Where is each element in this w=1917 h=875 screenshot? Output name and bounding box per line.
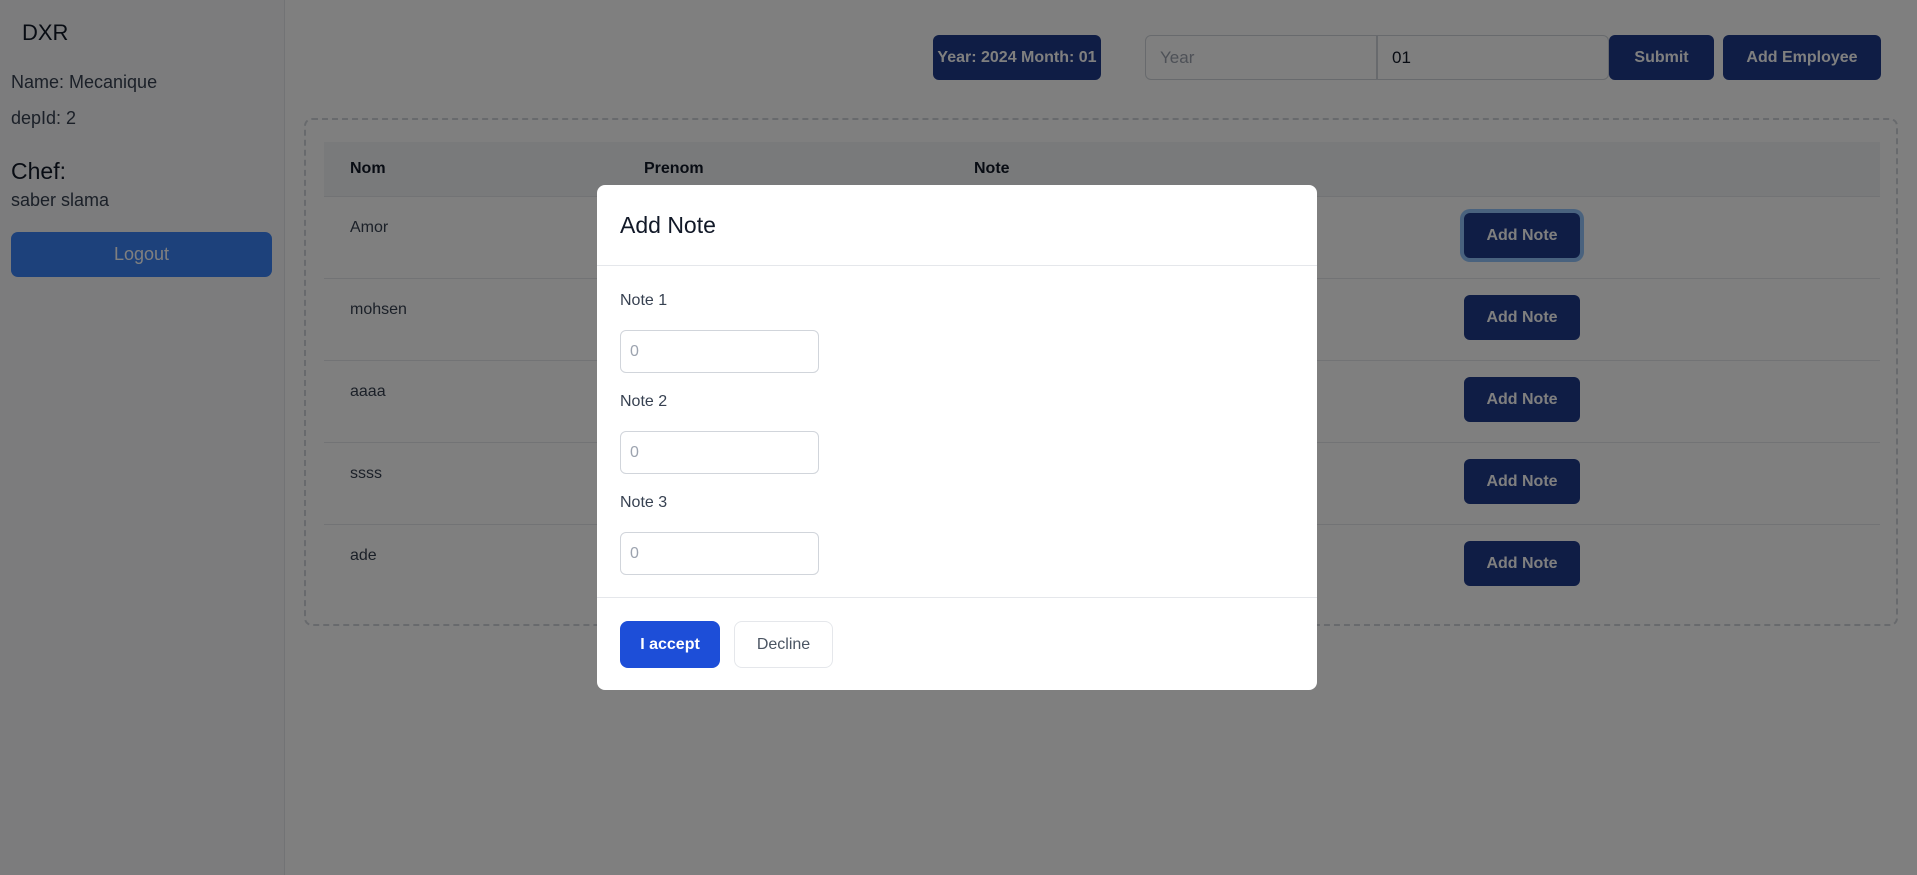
note-2-input[interactable] xyxy=(620,431,819,474)
accept-button[interactable]: I accept xyxy=(620,621,720,668)
note-2-label: Note 2 xyxy=(620,393,668,410)
note-1-input[interactable] xyxy=(620,330,819,373)
note-3-input[interactable] xyxy=(620,532,819,575)
note-3-label: Note 3 xyxy=(620,494,668,511)
decline-button[interactable]: Decline xyxy=(734,621,833,668)
modal-header: Add Note xyxy=(597,185,1317,266)
note-1-label: Note 1 xyxy=(620,292,668,309)
modal-footer: I accept Decline xyxy=(597,597,1317,690)
add-note-modal: Add Note Note 1 Note 2 Note 3 I accept D… xyxy=(597,185,1317,690)
modal-title: Add Note xyxy=(620,212,716,238)
